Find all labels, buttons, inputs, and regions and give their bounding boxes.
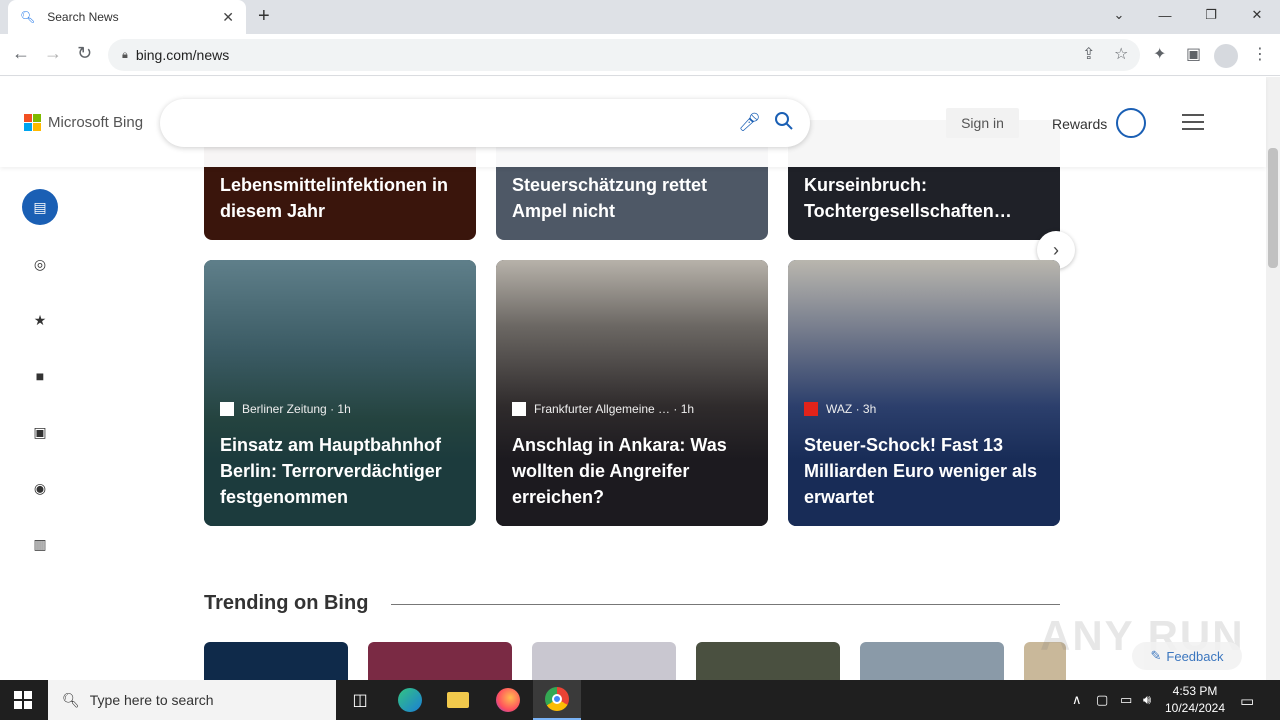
- source-name: WAZ: [826, 402, 853, 416]
- scrollbar-thumb[interactable]: [1268, 148, 1278, 268]
- source-name: Frankfurter Allgemeine …: [534, 402, 671, 416]
- extensions-icon[interactable]: ✦: [1153, 44, 1166, 64]
- hamburger-menu-icon[interactable]: [1182, 114, 1204, 135]
- address-bar[interactable]: 🔒︎ bing.com/news: [108, 39, 1140, 71]
- feedback-icon: ✎: [1150, 648, 1162, 663]
- forward-icon[interactable]: →: [44, 43, 62, 64]
- feedback-button[interactable]: ✎ Feedback: [1132, 642, 1242, 670]
- section-divider: [391, 604, 1060, 605]
- card-headline: Kurseinbruch: Tochtergesellschaften…: [804, 175, 1012, 221]
- search-icon[interactable]: [774, 111, 794, 131]
- rail-clapperboard-icon[interactable]: ▣: [22, 414, 58, 450]
- rail-star-icon[interactable]: ★: [22, 302, 58, 338]
- new-tab-button[interactable]: +: [258, 5, 270, 28]
- edge-icon[interactable]: [386, 680, 434, 720]
- rail-news-icon[interactable]: ▤: [22, 189, 58, 225]
- logo-text: Microsoft Bing: [48, 114, 144, 131]
- source-name: Berliner Zeitung: [242, 402, 327, 416]
- side-panel-icon[interactable]: ▣: [1186, 44, 1201, 64]
- close-tab-icon[interactable]: ✕: [222, 9, 234, 26]
- reload-icon[interactable]: ↻: [77, 43, 92, 64]
- news-card[interactable]: Berliner Zeitung · 1h Einsatz am Hauptba…: [204, 260, 476, 526]
- news-card[interactable]: WAZ · 3h Steuer-Schock! Fast 13 Milliard…: [788, 260, 1060, 526]
- microphone-icon[interactable]: 🎤︎: [738, 112, 761, 133]
- windows-start-icon[interactable]: [14, 691, 32, 709]
- news-card[interactable]: Frankfurter Allgemeine … · 1h Anschlag i…: [496, 260, 768, 526]
- tray-chevron-icon[interactable]: ∧: [1072, 692, 1082, 708]
- lock-icon: 🔒︎: [122, 48, 128, 61]
- card-headline: Steuer-Schock! Fast 13 Milliarden Euro w…: [804, 435, 1038, 507]
- feedback-label: Feedback: [1166, 648, 1224, 664]
- tab-search-news[interactable]: 🔍︎ Search News ✕: [8, 0, 246, 34]
- taskbar-clock[interactable]: 4:53 PM 10/24/2024: [1160, 683, 1230, 717]
- trending-thumbnail[interactable]: [204, 642, 348, 680]
- share-icon[interactable]: ⇪: [1082, 44, 1095, 64]
- card-headline: Anschlag in Ankara: Was wollten die Angr…: [512, 435, 727, 507]
- tab-strip: 🔍︎ Search News ✕ + ⌄ — ❐ ✕: [0, 0, 1280, 34]
- rail-briefcase-icon[interactable]: ■: [22, 358, 58, 394]
- source-time: · 1h: [673, 402, 695, 416]
- card-headline: Lebensmittelinfektionen in diesem Jahr: [220, 175, 449, 221]
- card-source: Berliner Zeitung · 1h: [220, 402, 351, 416]
- menu-kebab-icon[interactable]: ⋮: [1252, 44, 1268, 64]
- card-source: Frankfurter Allgemeine … · 1h: [512, 402, 694, 416]
- rail-sports-ball-icon[interactable]: ◉: [22, 470, 58, 506]
- rewards-medal-icon[interactable]: [1116, 108, 1146, 138]
- microsoft-logo-icon: [24, 114, 41, 131]
- card-source: WAZ · 3h: [804, 402, 876, 416]
- network-icon[interactable]: ▭: [1120, 692, 1132, 708]
- firefox-icon[interactable]: [484, 680, 532, 720]
- bookmark-star-icon[interactable]: ☆: [1114, 44, 1128, 64]
- volume-icon[interactable]: 🔊︎: [1143, 692, 1151, 708]
- trending-thumbnail[interactable]: [860, 642, 1004, 680]
- trending-thumbnail[interactable]: [696, 642, 840, 680]
- trending-heading: Trending on Bing: [204, 592, 369, 614]
- trending-thumbnail[interactable]: [532, 642, 676, 680]
- back-icon[interactable]: ←: [12, 43, 30, 64]
- browser-toolbar: ← → ↻ 🔒︎ bing.com/news ⇪ ☆ ✦ ▣ ⋮: [0, 34, 1280, 76]
- rail-globe-icon[interactable]: ◎: [22, 246, 58, 282]
- rewards-label[interactable]: Rewards: [1052, 116, 1107, 132]
- profile-avatar-icon[interactable]: [1214, 44, 1238, 68]
- tab-title: Search News: [47, 10, 119, 24]
- search-input[interactable]: 🎤︎: [160, 99, 810, 147]
- close-window-button[interactable]: ✕: [1234, 0, 1280, 30]
- search-icon: 🔍︎: [20, 10, 36, 24]
- trending-thumbnail[interactable]: [368, 642, 512, 680]
- rail-books-icon[interactable]: ▥: [22, 526, 58, 562]
- card-headline: Einsatz am Hauptbahnhof Berlin: Terrorve…: [220, 435, 442, 507]
- berliner-zeitung-logo-icon: [220, 402, 234, 416]
- taskbar-search-input[interactable]: 🔍︎ Type here to search: [48, 680, 336, 720]
- card-headline: Steuerschätzung rettet Ampel nicht: [512, 175, 708, 221]
- chrome-icon[interactable]: [533, 680, 581, 720]
- clock-time: 4:53 PM: [1172, 684, 1218, 698]
- clock-date: 10/24/2024: [1164, 701, 1226, 715]
- microsoft-bing-logo[interactable]: Microsoft Bing: [24, 114, 143, 131]
- search-icon: 🔍︎: [62, 691, 80, 708]
- taskbar-search-placeholder: Type here to search: [89, 692, 214, 708]
- tray-device-icon[interactable]: ▢: [1096, 692, 1108, 708]
- sign-in-button[interactable]: Sign in: [946, 108, 1019, 138]
- url-text: bing.com/news: [135, 47, 230, 63]
- bing-header: Microsoft Bing 🎤︎ Sign in Rewards: [0, 77, 1266, 167]
- source-time: · 1h: [330, 402, 351, 416]
- tab-search-dropdown-icon[interactable]: ⌄: [1096, 0, 1142, 30]
- restore-button[interactable]: ❐: [1188, 0, 1234, 30]
- windows-taskbar: 🔍︎ Type here to search ◫ ∧ ▢ ▭ 🔊︎ 4:53 P…: [0, 680, 1280, 720]
- waz-logo-icon: [804, 402, 818, 416]
- file-explorer-icon[interactable]: [434, 680, 482, 720]
- task-view-icon[interactable]: ◫: [336, 680, 384, 720]
- minimize-button[interactable]: —: [1142, 0, 1188, 30]
- faz-logo-icon: [512, 402, 526, 416]
- source-time: · 3h: [855, 402, 877, 416]
- notifications-icon[interactable]: ▭: [1240, 692, 1254, 710]
